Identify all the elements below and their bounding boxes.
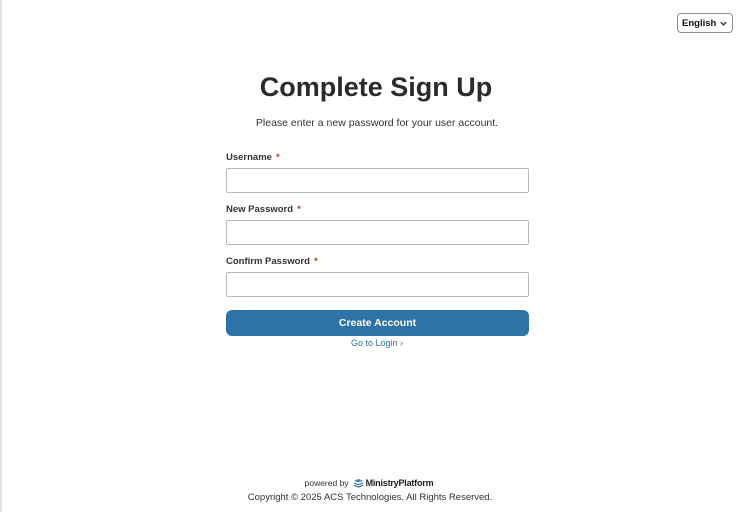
required-marker: * xyxy=(275,152,280,163)
new-password-input[interactable] xyxy=(226,220,529,245)
page-subtitle: Please enter a new password for your use… xyxy=(255,117,499,129)
create-account-button[interactable]: Create Account xyxy=(226,310,529,336)
username-label: Username * xyxy=(226,152,280,163)
go-to-login-link[interactable]: Go to Login › xyxy=(0,338,736,348)
chevron-down-icon xyxy=(720,21,727,26)
ministryplatform-logo-icon xyxy=(353,478,363,488)
confirm-password-label-text: Confirm Password xyxy=(226,256,310,267)
copyright-text: Copyright © 2025 ACS Technologies. All R… xyxy=(247,492,493,503)
required-marker: * xyxy=(297,204,301,215)
confirm-password-input[interactable] xyxy=(226,272,529,297)
new-password-label-text: New Password xyxy=(226,204,294,215)
brand-name: MinistryPlatform xyxy=(365,478,434,488)
language-select-value: English xyxy=(682,17,717,29)
ministryplatform-logo: MinistryPlatform xyxy=(353,478,434,488)
language-select[interactable]: English xyxy=(677,13,733,33)
required-marker: * xyxy=(313,256,318,267)
username-label-text: Username xyxy=(226,152,272,163)
confirm-password-label: Confirm Password * xyxy=(226,256,318,267)
powered-by-text: powered by xyxy=(304,478,349,488)
powered-by: powered by MinistryPlatform xyxy=(0,478,736,488)
page-title: Complete Sign Up xyxy=(259,72,493,102)
new-password-label: New Password * xyxy=(226,204,301,215)
username-input[interactable] xyxy=(226,168,529,193)
